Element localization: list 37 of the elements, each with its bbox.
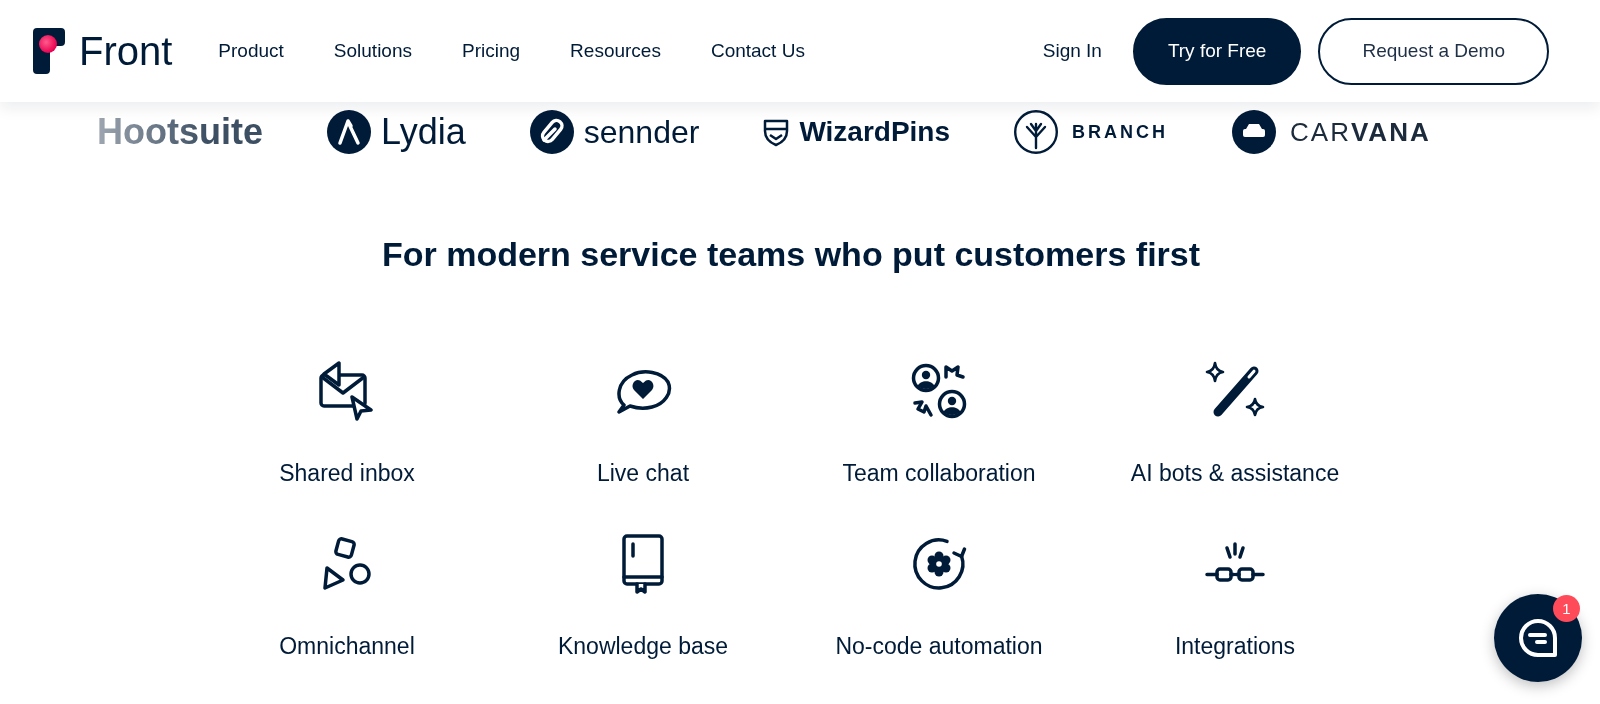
company-logo-text: Lydia bbox=[381, 114, 466, 150]
feature-label: Shared inbox bbox=[279, 459, 415, 488]
shield-icon bbox=[763, 117, 790, 147]
notification-badge: 1 bbox=[1553, 595, 1580, 622]
feature-label: Integrations bbox=[1174, 632, 1296, 661]
lambda-circle-icon bbox=[327, 110, 371, 154]
car-circle-icon bbox=[1232, 110, 1277, 154]
feature-label: Team collaboration bbox=[842, 459, 1036, 488]
nav-link[interactable]: Resources bbox=[570, 39, 661, 63]
chat-bubble-icon bbox=[1518, 618, 1558, 658]
section-heading: For modern service teams who put customers first bbox=[381, 234, 1201, 275]
feature-label: Omnichannel bbox=[279, 632, 415, 661]
feature-label: Live chat bbox=[596, 459, 690, 488]
nav-link[interactable]: Product bbox=[218, 39, 284, 63]
nav-link[interactable]: Contact Us bbox=[710, 39, 805, 63]
company-logo-text: WizardPins bbox=[799, 118, 951, 146]
book-icon bbox=[621, 534, 665, 594]
company-logo-text: sennder bbox=[583, 116, 700, 148]
company-logo-text: CARVANA bbox=[1290, 119, 1431, 145]
shapes-icon bbox=[322, 537, 372, 591]
brand-logo-link[interactable]: Front bbox=[33, 28, 173, 74]
try-for-free-button[interactable]: Try for Free bbox=[1132, 17, 1302, 85]
feature-label: AI bots & assistance bbox=[1130, 459, 1340, 488]
sign-in-link[interactable]: Sign In bbox=[1042, 39, 1102, 63]
feature-label: Knowledge base bbox=[557, 632, 729, 661]
people-swap-icon bbox=[911, 363, 967, 419]
clip-circle-icon bbox=[529, 110, 574, 154]
nav-link[interactable]: Solutions bbox=[333, 39, 412, 63]
logo-mark-icon bbox=[33, 28, 65, 74]
feature-label: No-code automation bbox=[835, 632, 1043, 661]
company-logo-text: Hootsuite bbox=[97, 114, 263, 150]
tree-circle-icon bbox=[1014, 110, 1059, 154]
envelope-arrows-icon bbox=[319, 361, 375, 421]
request-demo-button[interactable]: Request a Demo bbox=[1318, 17, 1549, 85]
heart-speech-bubble-icon bbox=[614, 368, 672, 414]
company-logo-text: BRANCH bbox=[1072, 123, 1169, 141]
nav-link[interactable]: Pricing bbox=[462, 39, 521, 63]
